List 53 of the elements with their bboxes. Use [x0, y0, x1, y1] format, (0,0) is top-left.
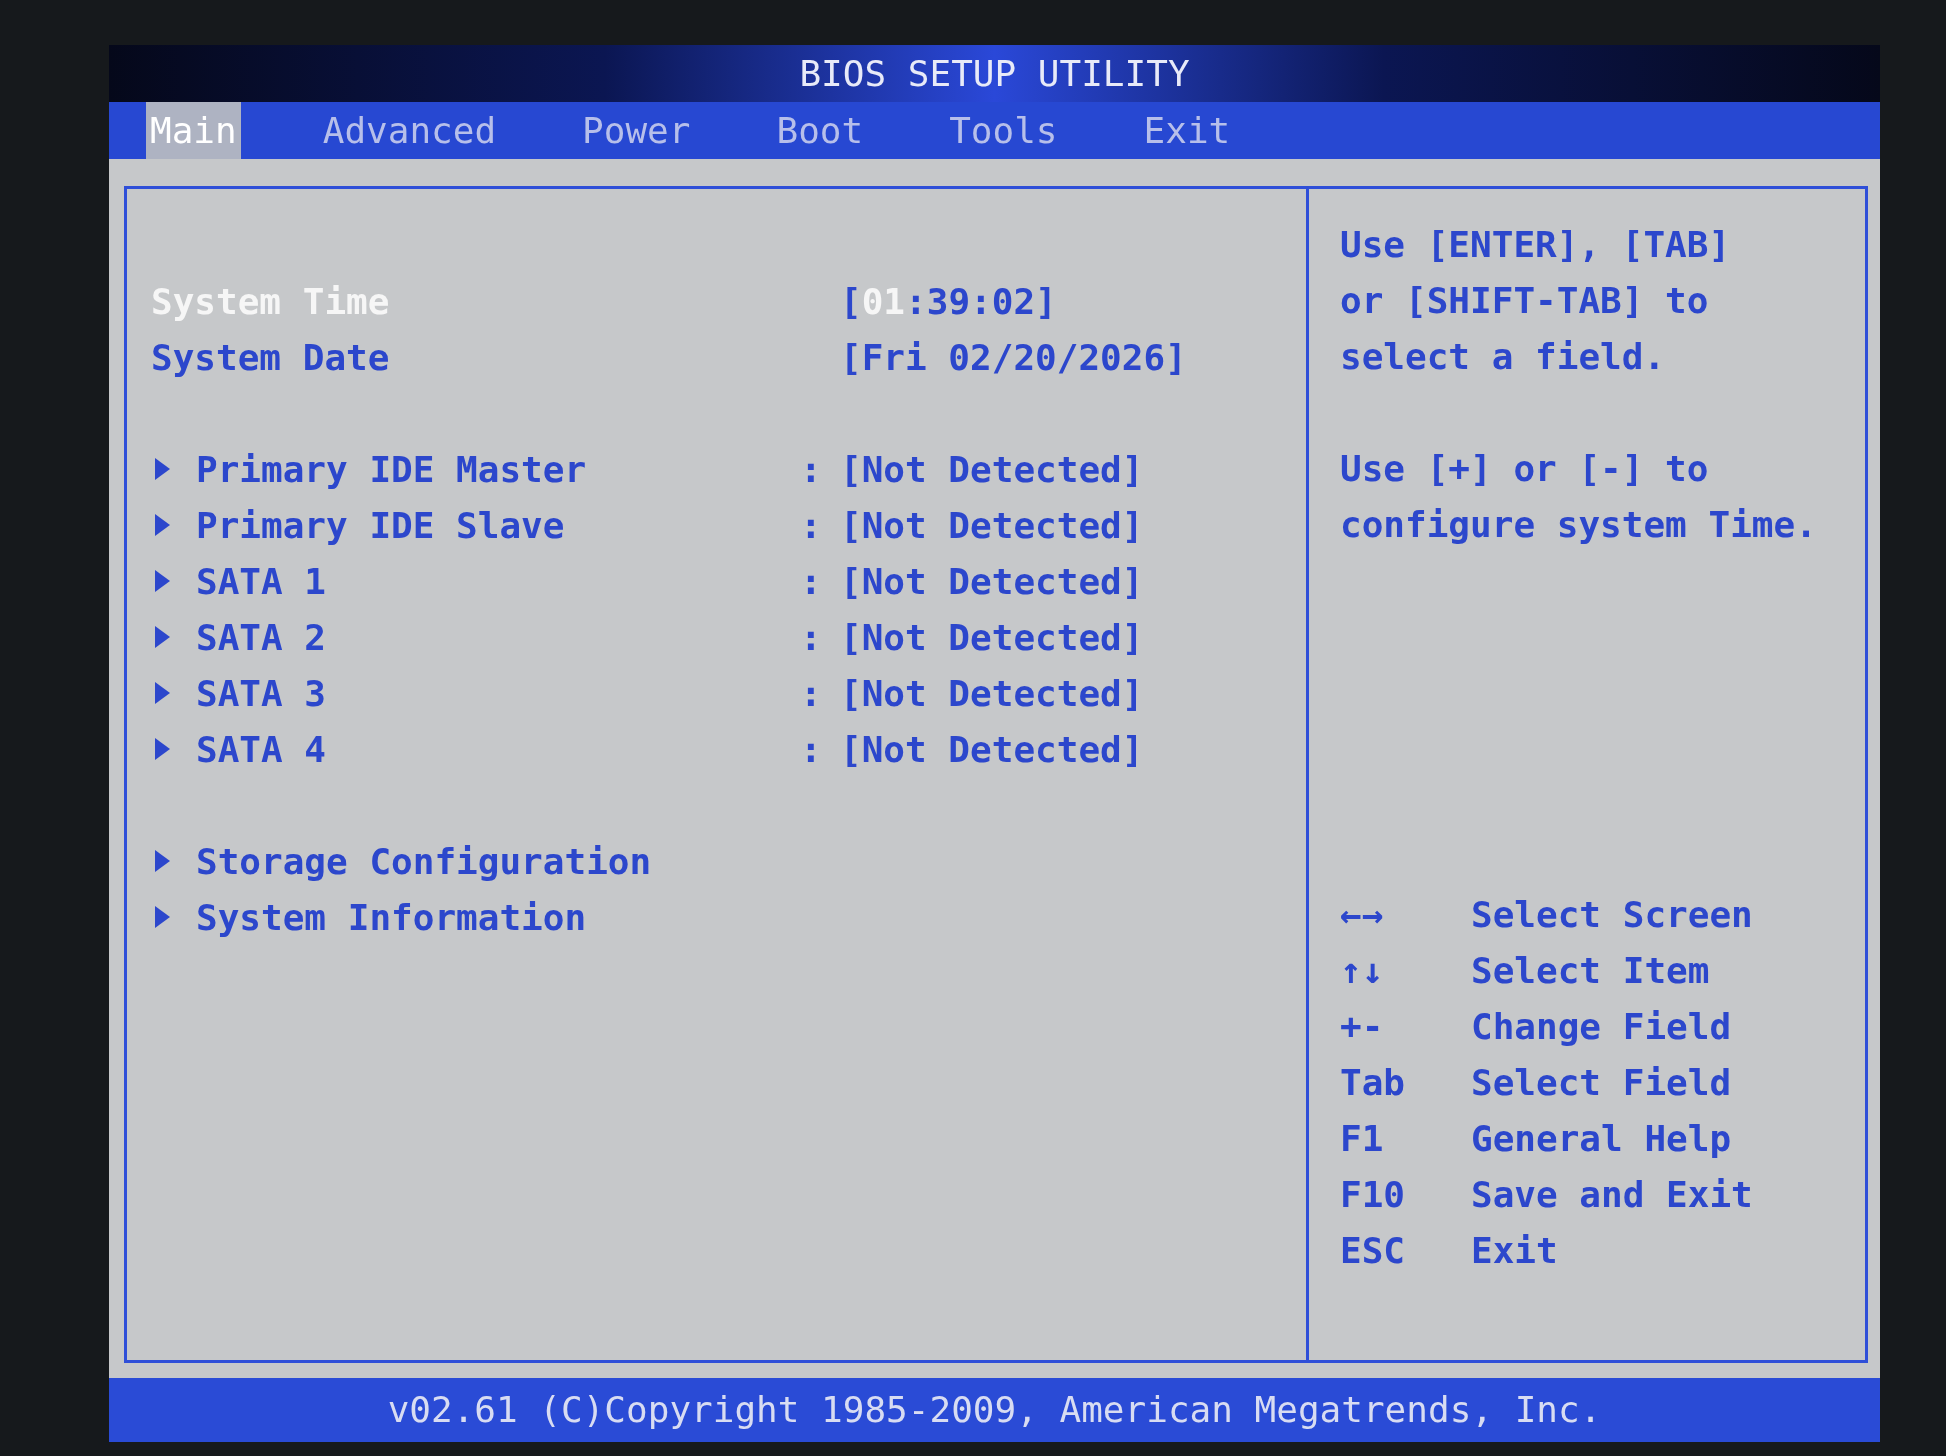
status-value: [Not Detected] [840, 672, 1144, 714]
triangle-icon [155, 458, 170, 480]
separator-colon: : [800, 448, 822, 490]
key-action: General Help [1471, 1117, 1732, 1159]
menu-item[interactable]: Primary IDE Slave [196, 504, 565, 546]
menu-item[interactable]: SATA 4 [196, 728, 327, 770]
triangle-icon [155, 850, 170, 872]
key-action: Select Item [1471, 949, 1710, 991]
separator-colon: : [800, 616, 822, 658]
copyright-text: v02.61 (C)Copyright 1985-2009, American Megatrends, Inc. [387, 1392, 1602, 1428]
menu-item[interactable]: Primary IDE Master [196, 448, 587, 490]
key-label: F10 [1340, 1173, 1406, 1215]
key-label: F1 [1340, 1117, 1384, 1159]
menu-item[interactable]: SATA 2 [196, 616, 327, 658]
key-action: Change Field [1471, 1005, 1732, 1047]
menu-tab[interactable]: Power [578, 102, 695, 159]
status-value: [Not Detected] [840, 560, 1144, 602]
separator-colon: : [800, 504, 822, 546]
help-text: Use [ENTER], [TAB] or [SHIFT-TAB] to select a field. [1340, 223, 1731, 379]
status-value: [Not Detected] [840, 448, 1144, 490]
menu-item[interactable]: System Information [196, 896, 587, 938]
key-label: ESC [1340, 1229, 1406, 1271]
key-label: +- [1340, 1005, 1384, 1047]
separator-colon: : [800, 728, 822, 770]
triangle-icon [155, 626, 170, 648]
menu-item[interactable]: SATA 1 [196, 560, 327, 602]
menu-item[interactable]: SATA 3 [196, 672, 327, 714]
menu-tab[interactable]: Boot [772, 102, 868, 159]
setting-value[interactable]: [Fri 02/20/2026] [840, 336, 1187, 378]
key-label: ←→ [1340, 893, 1384, 935]
key-action: Exit [1471, 1229, 1558, 1271]
menu-item[interactable]: Storage Configuration [196, 840, 652, 882]
status-value: [Not Detected] [840, 728, 1144, 770]
window-title: BIOS SETUP UTILITY [799, 55, 1190, 92]
menu-tab[interactable]: Tools [945, 102, 1062, 159]
status-value: [Not Detected] [840, 616, 1144, 658]
menu-tab[interactable]: Advanced [318, 102, 501, 159]
triangle-icon [155, 514, 170, 536]
menu-item[interactable]: System Date [151, 336, 390, 378]
key-action: Save and Exit [1471, 1173, 1753, 1215]
separator-colon: : [800, 672, 822, 714]
triangle-icon [155, 738, 170, 760]
key-action: Select Screen [1471, 893, 1753, 935]
triangle-icon [155, 682, 170, 704]
key-label: ↑↓ [1340, 949, 1384, 991]
menu-tab[interactable]: Exit [1139, 102, 1235, 159]
help-text: Use [+] or [-] to configure system Time. [1340, 447, 1817, 547]
key-label: Tab [1340, 1061, 1406, 1103]
key-action: Select Field [1471, 1061, 1732, 1103]
triangle-icon [155, 570, 170, 592]
separator-colon: : [800, 560, 822, 602]
triangle-icon [155, 906, 170, 928]
status-value: [Not Detected] [840, 504, 1144, 546]
